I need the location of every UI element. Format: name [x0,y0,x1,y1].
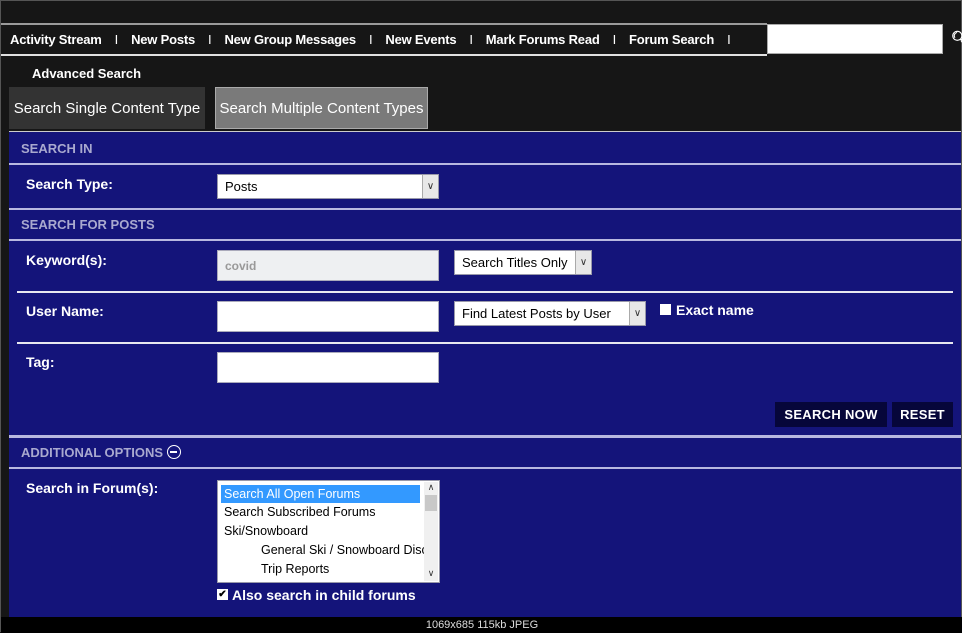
nav-new-events[interactable]: New Events [385,32,456,47]
chevron-down-icon: ∨ [422,175,438,198]
scroll-up-icon[interactable]: ∧ [424,482,438,493]
section-search-in: SEARCH IN [21,141,93,156]
username-mode-value: Find Latest Posts by User [462,306,611,321]
image-caption: 1069x685 115kb JPEG [1,617,962,633]
forums-listbox[interactable]: Search All Open Forums Search Subscribed… [217,480,440,583]
additional-options-label: ADDITIONAL OPTIONS [21,445,164,460]
nav-separator: I [208,32,212,47]
nav-separator: I [368,32,373,47]
section-search-for-posts: SEARCH FOR POSTS [21,217,155,232]
tag-label: Tag: [26,354,55,370]
forum-option[interactable]: General Ski / Snowboard Discussion [261,543,424,557]
divider [9,435,961,438]
username-input[interactable] [217,301,439,332]
keywords-scope-select[interactable]: Search Titles Only ∨ [454,250,592,275]
exact-name-checkbox[interactable] [660,304,671,315]
search-type-label: Search Type: [26,176,113,192]
forum-option[interactable]: Search Subscribed Forums [224,505,375,519]
divider [17,291,953,293]
nav-separator: I [727,32,731,47]
forums-label: Search in Forum(s): [26,480,159,496]
divider [9,467,961,469]
divider [9,208,961,210]
keywords-input[interactable]: covid [217,250,439,281]
username-label: User Name: [26,303,104,319]
forum-option[interactable]: Ski/Snowboard [224,524,308,538]
username-mode-select[interactable]: Find Latest Posts by User ∨ [454,301,646,326]
tab-single-content-type[interactable]: Search Single Content Type [9,87,205,129]
page-title[interactable]: Advanced Search [32,66,141,81]
divider [9,163,961,165]
nav-bar: Activity Stream I New Posts I New Group Me… [10,25,743,54]
nav-new-posts[interactable]: New Posts [131,32,195,47]
exact-name-label: Exact name [676,302,754,318]
nav-new-group-messages[interactable]: New Group Messages [224,32,356,47]
nav-forum-search[interactable]: Forum Search [629,32,714,47]
nav-activity-stream[interactable]: Activity Stream [10,32,102,47]
forum-option[interactable]: Search All Open Forums [221,485,420,503]
chevron-down-icon: ∨ [575,251,591,274]
nav-separator: I [114,32,119,47]
listbox-scrollbar[interactable]: ∧ ∨ [424,482,438,581]
search-type-select[interactable]: Posts ∨ [217,174,439,199]
divider [17,342,953,344]
keywords-label: Keyword(s): [26,252,107,268]
section-additional-options[interactable]: ADDITIONAL OPTIONS [21,445,181,460]
search-now-button[interactable]: SEARCH NOW [775,402,887,427]
tag-input[interactable] [217,352,439,383]
search-type-value: Posts [225,179,258,194]
nav-separator: I [612,32,617,47]
nav-separator: I [469,32,473,47]
nav-mark-forums-read[interactable]: Mark Forums Read [486,32,600,47]
forum-option[interactable]: Trip Reports [261,562,329,576]
scroll-down-icon[interactable]: ∨ [424,568,438,579]
child-forums-label: Also search in child forums [232,587,416,603]
scrollbar-thumb[interactable] [425,495,437,511]
keywords-scope-value: Search Titles Only [462,255,568,270]
collapse-minus-icon[interactable] [166,445,181,459]
divider [9,239,961,241]
search-icon[interactable]: 🔍︎ [951,30,962,47]
nav-divider [1,54,767,56]
search-form-panel [9,131,961,617]
tab-multiple-content-types[interactable]: Search Multiple Content Types [215,87,428,129]
reset-button[interactable]: RESET [892,402,953,427]
chevron-down-icon: ∨ [629,302,645,325]
top-search-input[interactable] [767,24,943,54]
child-forums-checkbox[interactable]: ✔ [217,589,228,600]
